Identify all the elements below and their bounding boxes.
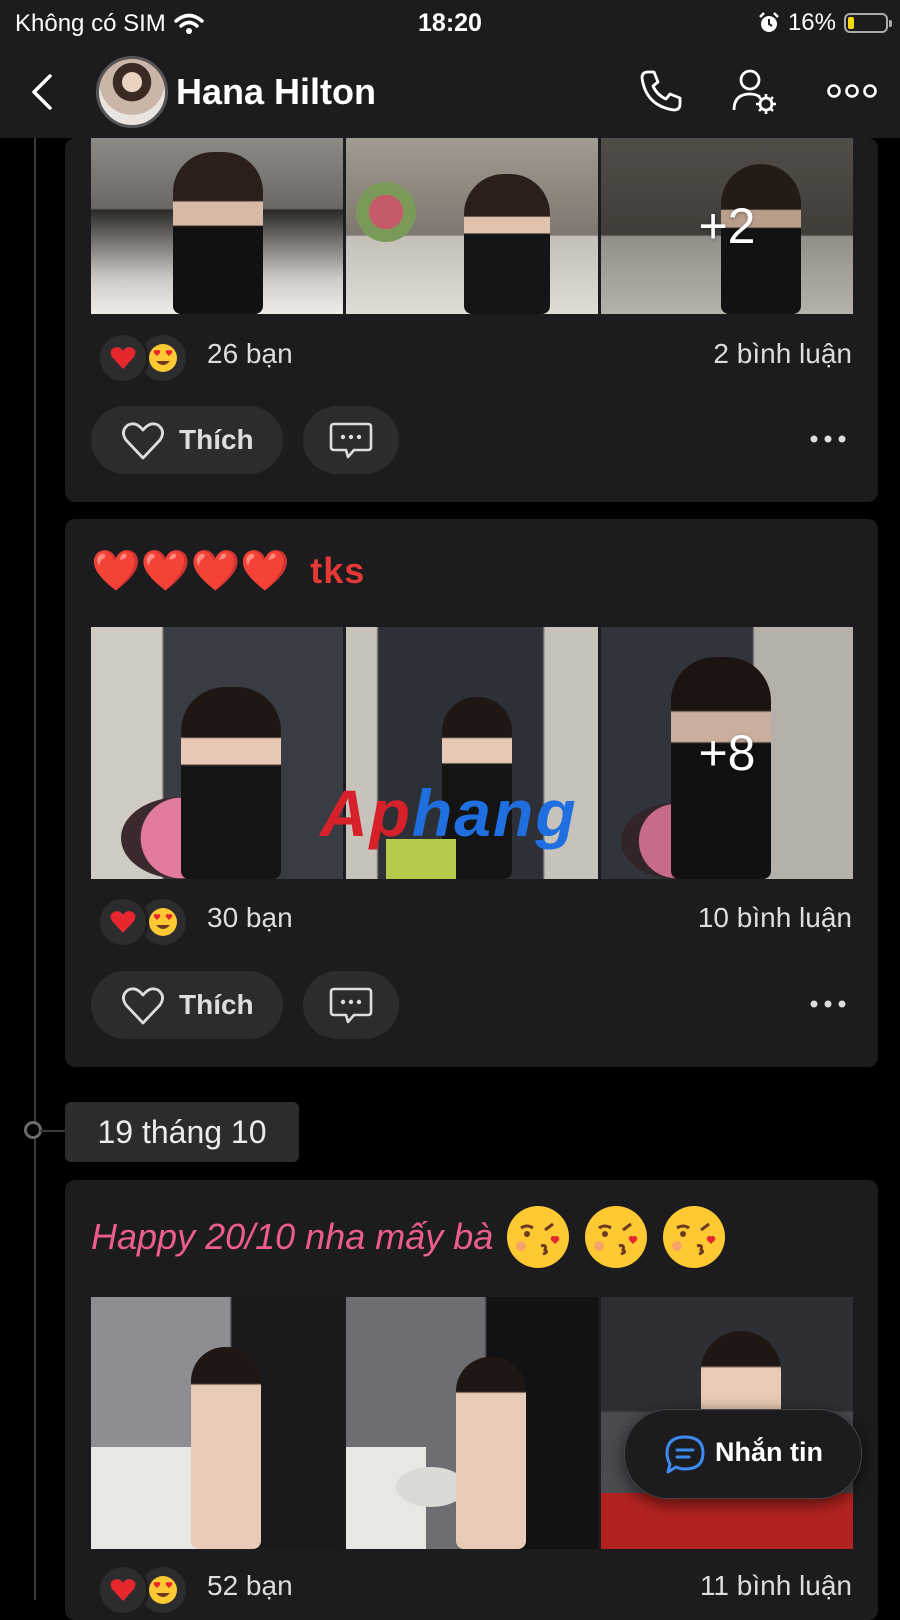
back-chevron-icon[interactable]: [26, 72, 62, 112]
photo-thumbnail[interactable]: [91, 138, 343, 314]
heart-reaction-icon: [97, 896, 149, 948]
more-photos-overlay[interactable]: +2: [601, 138, 853, 314]
photo-thumbnail[interactable]: +2: [601, 138, 853, 314]
battery-icon: [844, 13, 892, 33]
photo-thumbnail[interactable]: [346, 138, 598, 314]
phone-call-icon[interactable]: [636, 66, 686, 116]
photo-thumbnail[interactable]: [346, 1297, 598, 1549]
like-label: Thích: [179, 424, 254, 455]
more-options-icon[interactable]: [826, 66, 878, 116]
alarm-icon: [759, 12, 779, 32]
timeline-line: [34, 138, 36, 1600]
post-card-1: +2 26 bạn 2 bình luận Thích: [65, 138, 878, 502]
reaction-count[interactable]: 26 bạn: [207, 338, 293, 370]
comment-count[interactable]: 11 bình luận: [700, 1570, 852, 1602]
timeline-connector: [40, 1130, 66, 1132]
kiss-emoji-icon: [585, 1206, 648, 1268]
reaction-summary[interactable]: [97, 1564, 197, 1616]
post-stats: 52 bạn 11 bình luận: [91, 1560, 852, 1616]
caption-text: tks: [310, 549, 366, 591]
heart-reaction-icon: [97, 332, 149, 384]
kiss-emoji-icon: [507, 1206, 570, 1268]
watermark-part-1: Ap: [320, 776, 412, 850]
comment-button[interactable]: [303, 971, 399, 1039]
heart-reaction-icon: [97, 1564, 149, 1616]
photo-thumbnail[interactable]: [91, 1297, 343, 1549]
comment-count[interactable]: 10 bình luận: [698, 902, 852, 934]
send-message-button[interactable]: Nhắn tin: [624, 1409, 862, 1499]
caption-hearts: ❤️❤️❤️❤️: [91, 549, 291, 593]
post-stats: 26 bạn 2 bình luận: [91, 328, 852, 384]
comment-count[interactable]: 2 bình luận: [713, 338, 852, 370]
photo-thumbnail[interactable]: [91, 627, 343, 879]
reaction-summary[interactable]: [97, 896, 197, 948]
post-stats: 30 bạn 10 bình luận: [91, 892, 852, 948]
post-caption: ❤️❤️❤️❤️ tks: [91, 547, 365, 594]
comment-bubble-icon: [329, 987, 373, 1024]
post-more-icon[interactable]: [808, 993, 848, 1015]
send-message-label: Nhắn tin: [715, 1437, 823, 1467]
photo-thumbnail[interactable]: +8: [601, 627, 853, 879]
heart-outline-icon: [122, 987, 164, 1025]
date-separator: 19 tháng 10: [65, 1102, 299, 1162]
reaction-count[interactable]: 30 bạn: [207, 902, 293, 934]
profile-header: Hana Hilton: [0, 46, 900, 138]
status-bar: Không có SIM 18:20 16%: [0, 0, 900, 46]
kiss-emoji-icon: [663, 1206, 726, 1268]
watermark-logo: Aphang: [320, 775, 578, 851]
post-card-3: Happy 20/10 nha mấy bà 52 bạn 11 bình lu…: [65, 1180, 878, 1620]
post-caption: Happy 20/10 nha mấy bà: [91, 1204, 727, 1270]
post-more-icon[interactable]: [808, 428, 848, 450]
watermark-part-2: hang: [411, 776, 578, 850]
profile-settings-icon[interactable]: [730, 66, 780, 116]
post-actions: Thích: [91, 406, 852, 476]
more-photos-overlay[interactable]: +8: [601, 627, 853, 879]
message-bubble-icon: [665, 1435, 705, 1474]
like-label: Thích: [179, 989, 254, 1020]
avatar[interactable]: [96, 56, 168, 128]
reaction-summary[interactable]: [97, 332, 197, 384]
comment-bubble-icon: [329, 422, 373, 459]
status-right: 16%: [758, 9, 892, 37]
reaction-count[interactable]: 52 bạn: [207, 1570, 293, 1602]
like-button[interactable]: Thích: [91, 406, 283, 474]
post-actions: Thích: [91, 971, 852, 1041]
post-photos[interactable]: +2: [91, 138, 853, 314]
caption-text: Happy 20/10 nha mấy bà: [91, 1216, 494, 1257]
battery-percent: 16%: [787, 9, 836, 36]
comment-button[interactable]: [303, 406, 399, 474]
profile-name[interactable]: Hana Hilton: [176, 71, 376, 113]
heart-outline-icon: [122, 422, 164, 460]
like-button[interactable]: Thích: [91, 971, 283, 1039]
